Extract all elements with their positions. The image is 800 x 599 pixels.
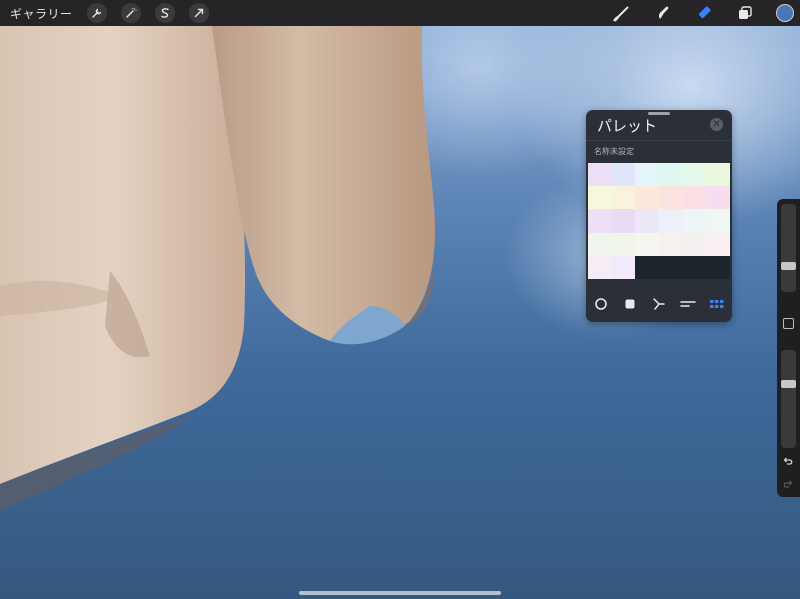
top-toolbar: ギャラリー [0, 0, 800, 26]
layers-icon[interactable] [734, 2, 756, 24]
color-swatch[interactable] [706, 163, 730, 187]
right-leg-shape [212, 26, 435, 344]
classic-mode-icon[interactable] [620, 294, 640, 314]
color-swatch[interactable] [706, 209, 730, 233]
brush-size-slider[interactable] [781, 204, 796, 292]
panel-title: パレット [597, 117, 658, 135]
color-swatch[interactable] [682, 186, 707, 210]
color-swatch[interactable] [706, 255, 730, 279]
color-swatch[interactable] [706, 232, 730, 256]
color-swatch[interactable] [635, 186, 659, 210]
color-swatch[interactable] [588, 163, 612, 187]
brush-opacity-thumb[interactable] [781, 380, 796, 388]
undo-icon[interactable] [782, 456, 794, 468]
palette-name[interactable]: 名称未設定 [594, 146, 634, 157]
color-swatch[interactable] [635, 232, 659, 256]
gallery-button[interactable]: ギャラリー [10, 5, 73, 22]
palette-grid-mode-icon[interactable] [707, 294, 727, 314]
current-color-button[interactable] [776, 4, 794, 22]
color-swatch[interactable] [658, 209, 683, 233]
color-swatch[interactable] [588, 232, 612, 256]
modify-button[interactable] [783, 318, 794, 329]
brush-icon[interactable] [611, 2, 633, 24]
divider [586, 140, 732, 141]
harmony-mode-icon[interactable] [649, 294, 669, 314]
color-swatch[interactable] [635, 209, 659, 233]
color-swatch[interactable] [682, 209, 707, 233]
color-swatch[interactable] [588, 255, 612, 279]
brush-size-thumb[interactable] [781, 262, 796, 270]
home-indicator[interactable] [299, 591, 501, 595]
color-swatch[interactable] [682, 232, 707, 256]
actions-wrench-icon[interactable] [86, 3, 107, 23]
color-swatch[interactable] [635, 163, 659, 187]
palette-panel: パレット ✕ 名称未設定 [586, 110, 732, 322]
right-toolset [592, 0, 800, 26]
color-swatch[interactable] [611, 186, 636, 210]
close-icon[interactable]: ✕ [710, 118, 723, 131]
redo-icon[interactable] [782, 479, 794, 491]
color-swatch[interactable] [635, 255, 659, 279]
sidebar [777, 199, 800, 497]
color-swatch[interactable] [682, 163, 707, 187]
value-mode-icon[interactable] [678, 294, 698, 314]
eraser-icon[interactable] [693, 2, 715, 24]
color-swatch[interactable] [611, 232, 636, 256]
color-swatch[interactable] [611, 209, 636, 233]
color-swatch[interactable] [588, 186, 612, 210]
adjustments-wand-icon[interactable] [120, 3, 141, 23]
color-swatch[interactable] [658, 186, 683, 210]
color-swatch[interactable] [706, 186, 730, 210]
smudge-icon[interactable] [652, 2, 674, 24]
color-swatch[interactable] [658, 163, 683, 187]
color-swatch[interactable] [611, 163, 636, 187]
transform-arrow-icon[interactable] [188, 3, 209, 23]
selection-s-icon[interactable] [154, 3, 175, 23]
color-swatch[interactable] [588, 209, 612, 233]
left-leg-shape [0, 26, 246, 484]
brush-opacity-slider[interactable] [781, 350, 796, 448]
color-swatch[interactable] [658, 232, 683, 256]
color-swatch[interactable] [682, 255, 707, 279]
color-mode-tabs [586, 293, 732, 315]
disc-mode-icon[interactable] [591, 294, 611, 314]
color-swatch[interactable] [611, 255, 636, 279]
swatch-grid [588, 163, 730, 279]
color-swatch[interactable] [658, 255, 683, 279]
